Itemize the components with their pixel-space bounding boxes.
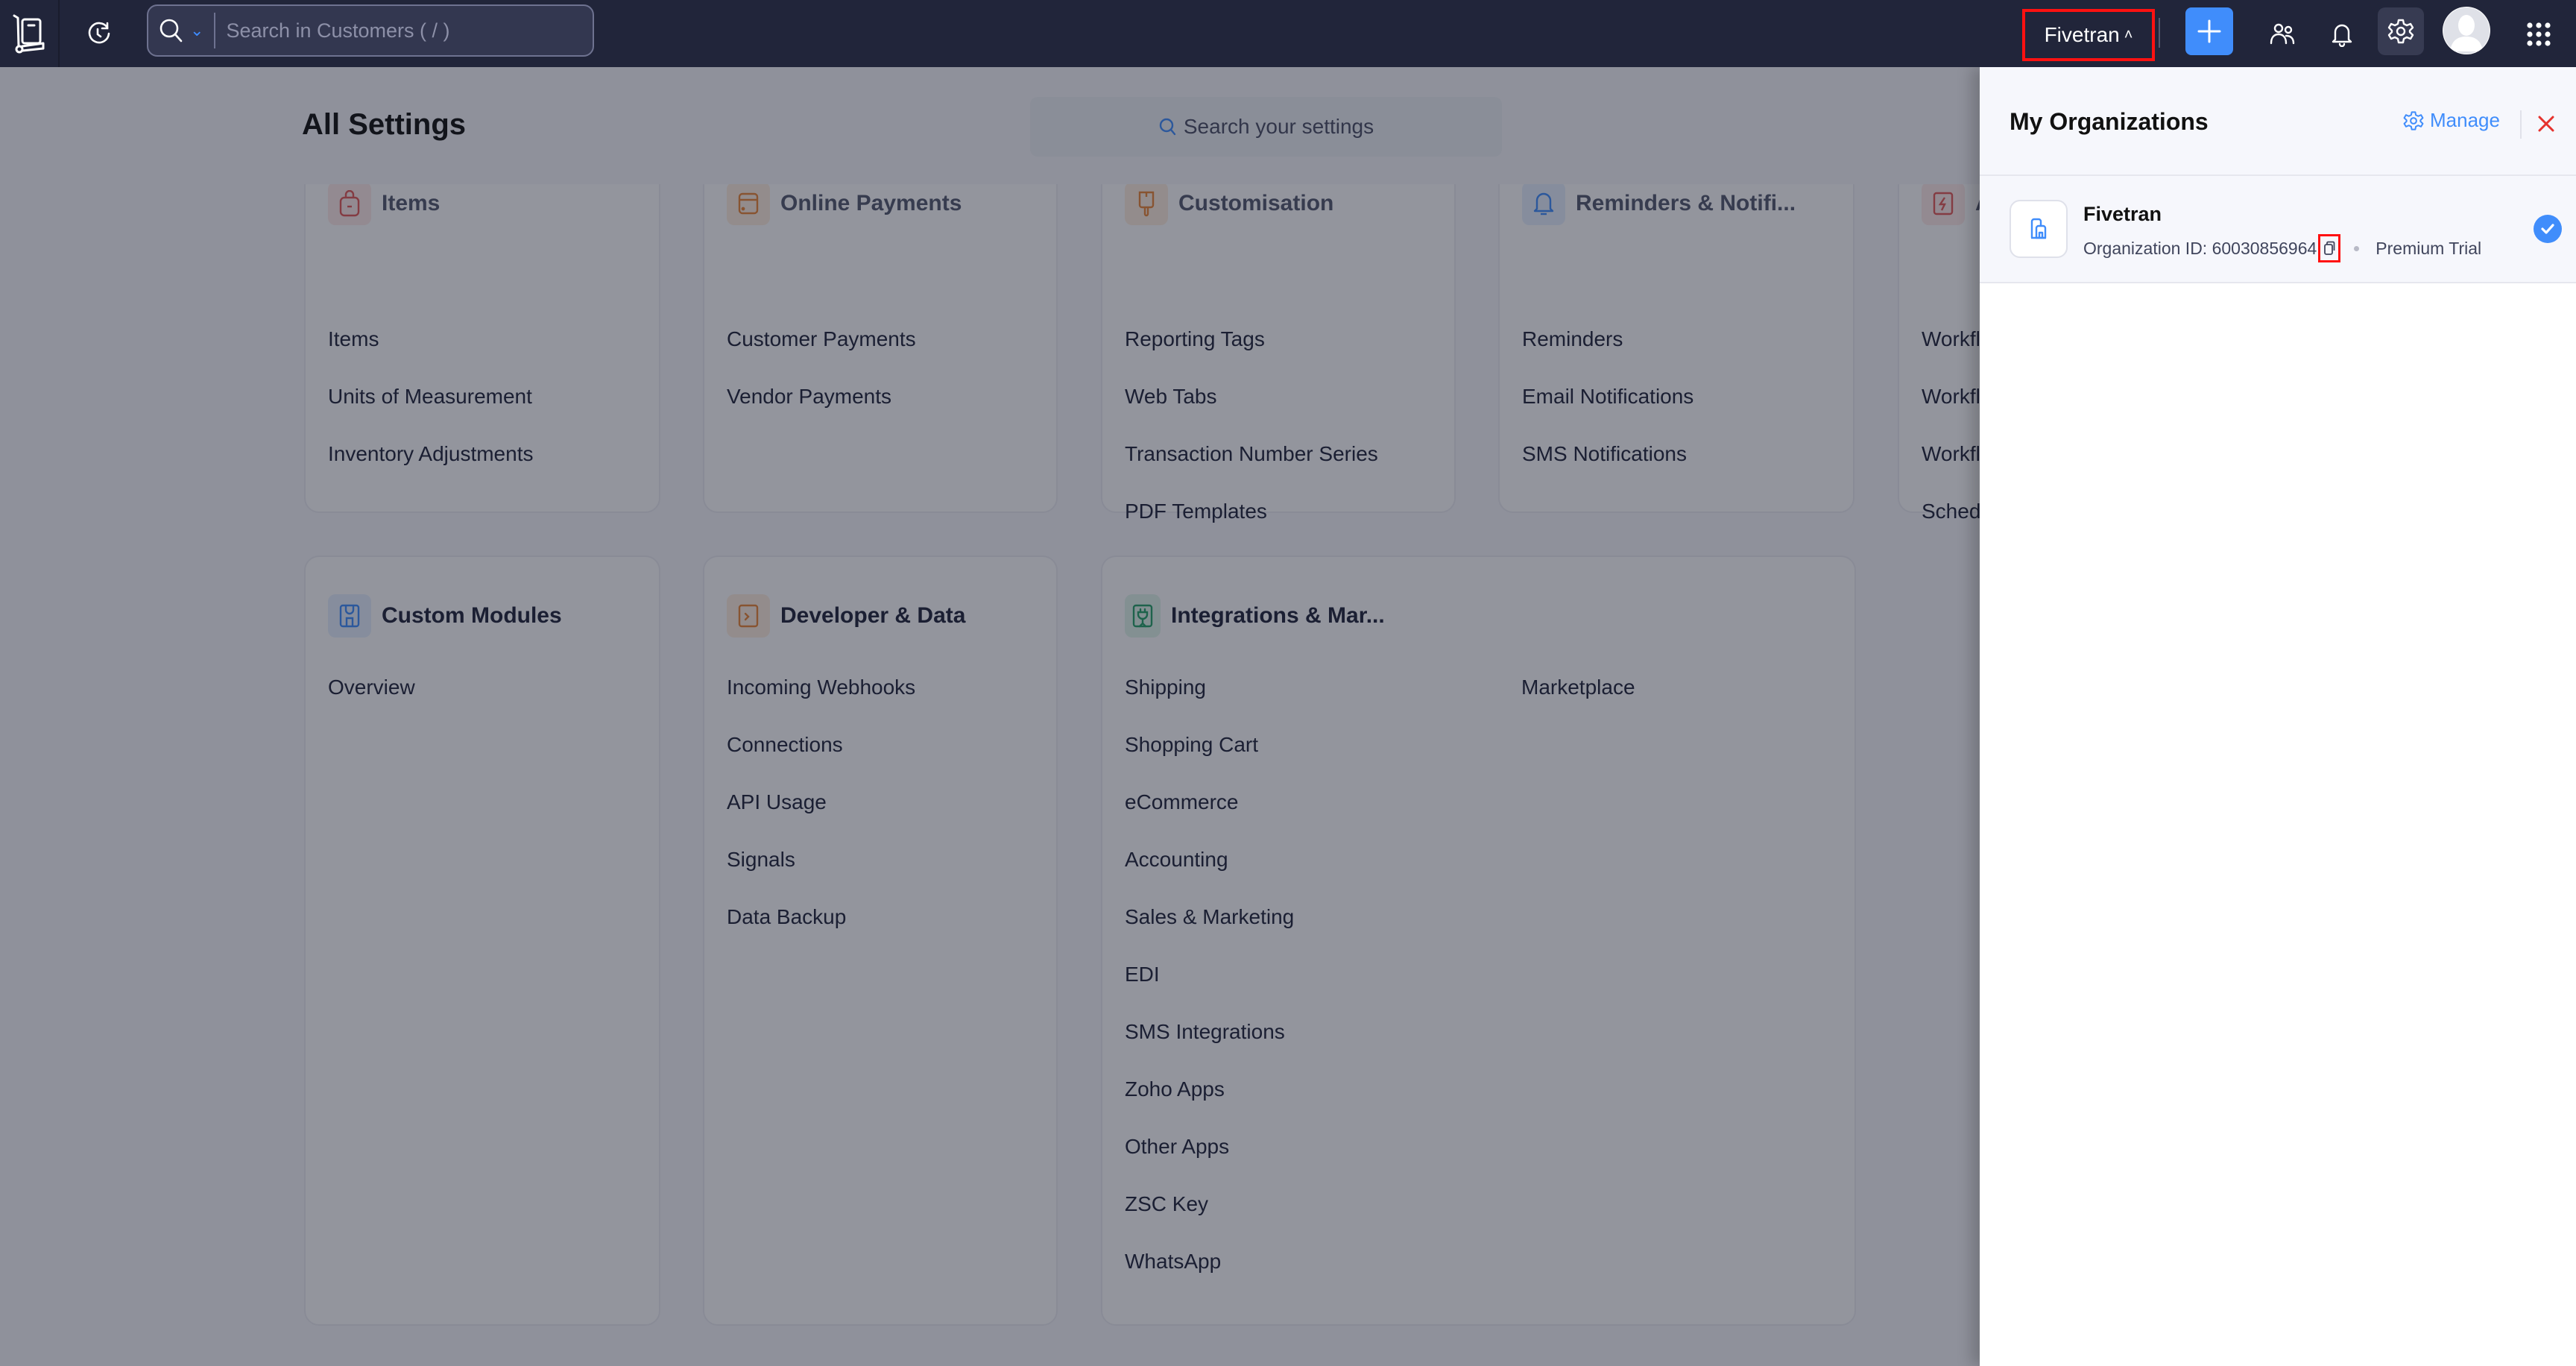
global-search-input[interactable] (224, 18, 593, 43)
org-name: Fivetran (2083, 203, 2162, 225)
user-avatar[interactable] (2443, 7, 2490, 54)
panel-title: My Organizations (2010, 108, 2209, 135)
search-icon[interactable] (159, 18, 192, 43)
users-icon (2270, 23, 2295, 45)
gear-icon (2403, 110, 2424, 130)
user-silhouette-icon (2443, 7, 2490, 54)
top-bar: ⌄ Fivetran ˄ (0, 0, 2576, 67)
search-scope-chevron-icon[interactable]: ⌄ (190, 21, 203, 40)
close-panel-button[interactable] (2533, 110, 2560, 137)
org-id: Organization ID: 60030856964 (2083, 238, 2317, 258)
bell-icon (2332, 24, 2352, 47)
gear-icon (2387, 19, 2414, 44)
notifications-button[interactable] (2321, 13, 2363, 55)
app-logo[interactable] (0, 0, 60, 67)
panel-header: My Organizations Manage (1980, 67, 2576, 176)
separator-dot (2354, 245, 2360, 251)
manage-organizations-link[interactable]: Manage (2403, 109, 2500, 132)
org-meta: Organization ID: 60030856964 Premium Tri… (2083, 234, 2481, 262)
settings-button[interactable] (2378, 7, 2424, 55)
refer-users-button[interactable] (2261, 13, 2303, 55)
modal-backdrop[interactable] (0, 67, 1980, 1366)
close-icon (2538, 116, 2554, 132)
org-logo (2010, 200, 2068, 258)
recent-history-button[interactable] (82, 16, 116, 51)
history-clock-icon (88, 22, 110, 44)
org-switcher-button[interactable]: Fivetran ˄ (2022, 9, 2155, 61)
org-switcher-label: Fivetran (2044, 23, 2120, 46)
manage-label: Manage (2430, 109, 2500, 131)
copy-org-id-button[interactable] (2318, 234, 2341, 262)
global-search[interactable]: ⌄ (147, 4, 594, 57)
quick-create-button[interactable] (2185, 7, 2233, 55)
search-divider (214, 13, 216, 48)
header-divider (2520, 110, 2522, 139)
hand-truck-icon (13, 14, 45, 54)
app-launcher-button[interactable] (2518, 13, 2560, 55)
org-plan: Premium Trial (2375, 238, 2482, 258)
organization-item[interactable]: Fivetran Organization ID: 60030856964 Pr… (1980, 176, 2576, 283)
chevron-up-icon: ˄ (2124, 26, 2133, 43)
topbar-divider (2159, 18, 2160, 48)
plus-icon (2197, 19, 2221, 43)
app-grid-icon (2527, 22, 2551, 46)
my-organizations-panel: My Organizations Manage Fivetran Organiz… (1980, 67, 2576, 1366)
building-icon (2030, 218, 2047, 239)
selected-check-icon (2534, 215, 2562, 243)
copy-icon (2324, 241, 2335, 255)
